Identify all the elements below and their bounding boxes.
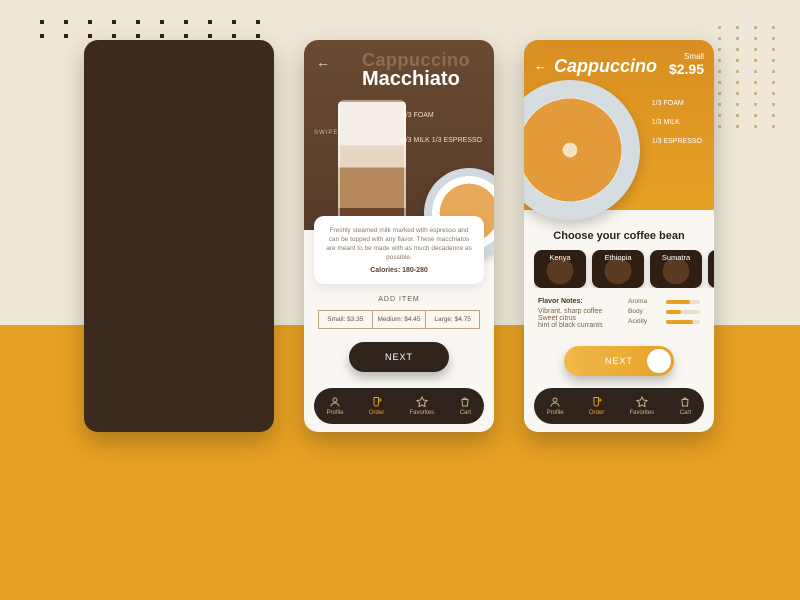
nav-order[interactable]: Order [589, 396, 604, 416]
add-item-label: ADD ITEM [304, 296, 494, 303]
nav-profile[interactable]: Profile [547, 396, 564, 416]
decorative-dots-left [40, 20, 266, 38]
drink-title: Macchiato [362, 68, 460, 91]
phone-screen-blank [84, 40, 274, 432]
slider-knob-icon[interactable] [647, 349, 671, 373]
meter-acidity: Acidity [628, 318, 700, 325]
layer-foam: 1/3 FOAM [652, 100, 684, 107]
nav-favorites[interactable]: Favorites [409, 396, 434, 416]
decorative-dots-right [718, 26, 780, 128]
layer-espresso: 1/3 ESPRESSO [652, 138, 702, 145]
drink-layers: 1/3 FOAM 1/3 MILK 1/3 ESPRESSO [652, 88, 702, 145]
flavor-heading: Flavor Notes: [538, 298, 628, 305]
bean-selector[interactable]: Kenya Ethiopia Sumatra [534, 250, 714, 288]
next-button[interactable]: NEXT [564, 346, 674, 376]
cappuccino-cup-image [524, 80, 640, 220]
flavor-notes: Vibrant, sharp coffee Sweet citrus hint … [538, 308, 628, 329]
drink-size-label: Small [669, 52, 704, 61]
nav-favorites[interactable]: Favorites [629, 396, 654, 416]
nav-cart[interactable]: Cart [679, 396, 691, 416]
flavor-panel: Flavor Notes: Vibrant, sharp coffee Swee… [538, 298, 700, 329]
bean-option-peek[interactable] [708, 250, 714, 288]
bean-option[interactable]: Sumatra [650, 250, 702, 288]
drink-hero: ← Cappuccino Small $2.95 1/3 FOAM 1/3 MI… [524, 40, 714, 210]
back-icon[interactable]: ← [316, 54, 330, 70]
drink-title: Cappuccino [554, 56, 657, 77]
choose-bean-heading: Choose your coffee bean [524, 230, 714, 242]
size-selector: Small: $3.35 Medium: $4.45 Large: $4.75 [318, 310, 480, 329]
bean-option[interactable]: Kenya [534, 250, 586, 288]
drink-description: Freshly steamed milk marked with espress… [324, 226, 474, 262]
size-option-small[interactable]: Small: $3.35 [318, 310, 373, 329]
bottom-nav: Profile Order Favorites Cart [314, 388, 484, 424]
bottom-nav: Profile Order Favorites Cart [534, 388, 704, 424]
back-icon[interactable]: ← [534, 58, 547, 73]
drink-description-card: Freshly steamed milk marked with espress… [314, 216, 484, 284]
meter-aroma: Aroma [628, 298, 700, 305]
size-option-large[interactable]: Large: $4.75 [426, 310, 480, 329]
next-button[interactable]: NEXT [349, 342, 449, 372]
layer-foam: 1/3 FOAM [402, 112, 434, 119]
nav-order[interactable]: Order [369, 396, 384, 416]
meter-body: Body [628, 308, 700, 315]
drink-calories: Calories: 180-280 [324, 266, 474, 276]
drink-hero: ← Cappuccino Macchiato SWIPE >> 1/3 FOAM… [304, 40, 494, 230]
nav-profile[interactable]: Profile [327, 396, 344, 416]
phone-screen-macchiato: ← Cappuccino Macchiato SWIPE >> 1/3 FOAM… [304, 40, 494, 432]
nav-cart[interactable]: Cart [459, 396, 471, 416]
drink-price: Small $2.95 [669, 52, 704, 77]
layer-espresso: 1/3 ESPRESSO [432, 137, 482, 144]
layer-milk: 1/3 MILK [652, 119, 680, 126]
phone-screen-cappuccino: ← Cappuccino Small $2.95 1/3 FOAM 1/3 MI… [524, 40, 714, 432]
flavor-meters: Aroma Body Acidity [628, 298, 700, 329]
bean-option[interactable]: Ethiopia [592, 250, 644, 288]
size-option-medium[interactable]: Medium: $4.45 [373, 310, 427, 329]
layer-milk: 1/3 MILK [402, 137, 430, 144]
drink-price-amount: $2.95 [669, 61, 704, 77]
